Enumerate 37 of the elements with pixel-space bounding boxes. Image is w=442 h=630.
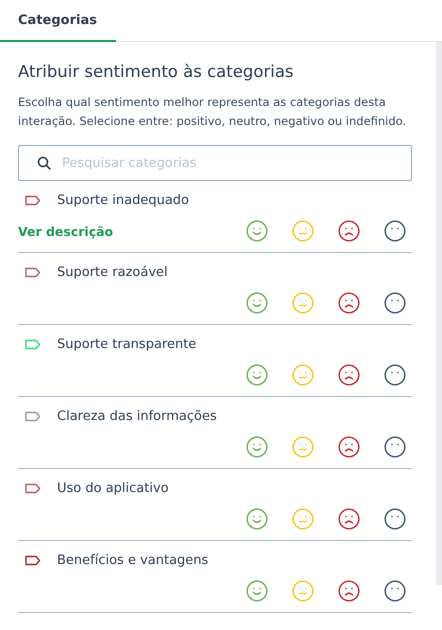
neutral-face-icon[interactable]	[292, 220, 314, 242]
tab[interactable]: Categorias	[0, 0, 116, 42]
neutral-face-icon[interactable]	[292, 364, 314, 386]
category-name: Uso do aplicativo	[57, 481, 169, 496]
category-name: Suporte inadequado	[57, 193, 189, 208]
instructions-text: Escolha qual sentimento melhor representa as categorias desta interação. Selecione entre: positivo, neutro, negativo ou indefinido.	[18, 94, 408, 130]
blank-face-icon[interactable]	[384, 292, 406, 314]
blank-face-icon[interactable]	[384, 220, 406, 242]
sad-face-icon[interactable]	[338, 364, 360, 386]
smiley-face-icon[interactable]	[246, 580, 268, 602]
blank-face-icon[interactable]	[384, 364, 406, 386]
smiley-face-icon[interactable]	[246, 436, 268, 458]
smiley-face-icon[interactable]	[246, 364, 268, 386]
neutral-face-icon[interactable]	[292, 508, 314, 530]
sad-face-icon[interactable]	[338, 292, 360, 314]
blank-face-icon[interactable]	[384, 508, 406, 530]
section-title: Atribuir sentimento às categorias	[18, 62, 295, 81]
category-name: Suporte razoável	[57, 265, 168, 280]
search-field[interactable]: Pesquisar categorias	[18, 145, 412, 181]
neutral-face-icon[interactable]	[292, 292, 314, 314]
sad-face-icon[interactable]	[338, 580, 360, 602]
smiley-face-icon[interactable]	[246, 508, 268, 530]
sad-face-icon[interactable]	[338, 436, 360, 458]
sad-face-icon[interactable]	[338, 220, 360, 242]
blank-face-icon[interactable]	[384, 436, 406, 458]
scrollbar[interactable]	[436, 42, 442, 585]
neutral-face-icon[interactable]	[292, 436, 314, 458]
category-name: Benefícios e vantagens	[57, 553, 208, 568]
blank-face-icon[interactable]	[384, 580, 406, 602]
neutral-face-icon[interactable]	[292, 580, 314, 602]
category-name: Clareza das informações	[57, 409, 217, 424]
category-name: Suporte transparente	[57, 337, 196, 352]
smiley-face-icon[interactable]	[246, 292, 268, 314]
smiley-face-icon[interactable]	[246, 220, 268, 242]
view-description-link[interactable]: Ver descrição	[18, 224, 114, 238]
sad-face-icon[interactable]	[338, 508, 360, 530]
search-icon	[37, 156, 51, 170]
